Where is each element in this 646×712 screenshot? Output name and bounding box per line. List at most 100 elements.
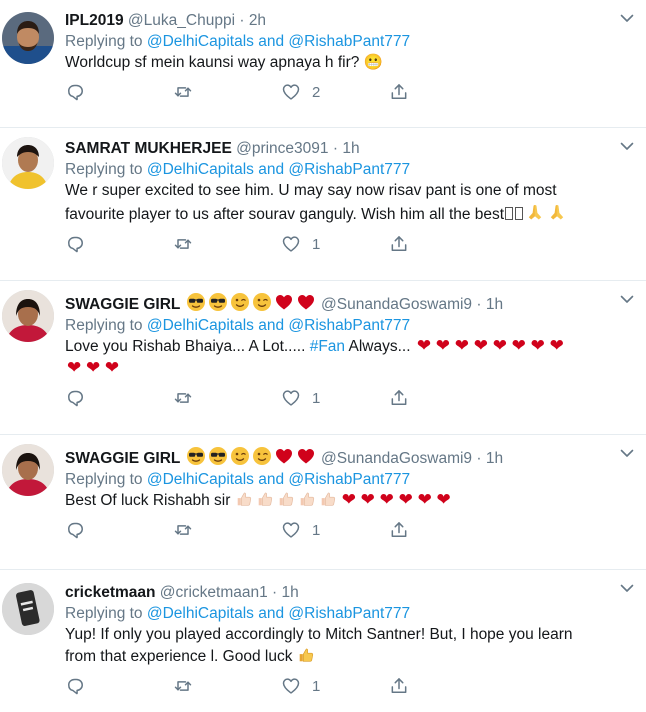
replying-to-label: Replying to bbox=[65, 471, 143, 488]
like-count: 1 bbox=[312, 677, 321, 695]
retweet-icon bbox=[173, 234, 193, 254]
chevron-down-icon[interactable] bbox=[619, 138, 635, 154]
tweet-text-fragment: favourite player to us after sourav gang… bbox=[65, 206, 505, 223]
replying-to-link[interactable]: @DelhiCapitals and @RishabPant777 bbox=[147, 605, 410, 622]
tweet-header: cricketmaan @cricketmaan1 · 1h bbox=[65, 583, 632, 603]
reply-button[interactable] bbox=[65, 388, 85, 408]
replying-to-link[interactable]: @DelhiCapitals and @RishabPant777 bbox=[147, 33, 410, 50]
avatar[interactable] bbox=[2, 444, 54, 496]
share-icon bbox=[389, 388, 409, 408]
share-button[interactable] bbox=[389, 520, 409, 540]
share-button[interactable] bbox=[389, 82, 409, 102]
like-count: 1 bbox=[312, 389, 321, 407]
avatar[interactable] bbox=[2, 290, 54, 342]
reply-button[interactable] bbox=[65, 676, 85, 696]
thumbs-up-icon bbox=[277, 490, 295, 508]
user-name[interactable]: IPL2019 bbox=[65, 12, 124, 29]
like-count: 1 bbox=[312, 521, 321, 539]
thumbs-up-emoji bbox=[235, 492, 340, 509]
like-count: 2 bbox=[312, 83, 321, 101]
retweet-icon bbox=[173, 388, 193, 408]
tweet-header: SAMRAT MUKHERJEE @prince3091 · 1h bbox=[65, 139, 632, 159]
chevron-down-icon[interactable] bbox=[619, 291, 635, 307]
thumbs-up-icon bbox=[297, 646, 315, 664]
retweet-button[interactable] bbox=[173, 520, 193, 540]
tweet[interactable]: SWAGGIE GIRL @SunandaGoswami9 · 1h Reply… bbox=[0, 281, 646, 435]
hashtag-link[interactable]: #Fan bbox=[310, 338, 345, 355]
avatar[interactable] bbox=[2, 583, 54, 635]
tweet-text-fragment: Love you Rishab Bhaiya... A Lot..... bbox=[65, 338, 306, 355]
chevron-down-icon[interactable] bbox=[619, 10, 635, 26]
user-name[interactable]: SAMRAT MUKHERJEE bbox=[65, 140, 232, 157]
share-button[interactable] bbox=[389, 388, 409, 408]
like-button[interactable]: 1 bbox=[281, 234, 320, 254]
tweet-text-line: Yup! If only you played accordingly to M… bbox=[65, 626, 573, 643]
chevron-down-icon[interactable] bbox=[619, 445, 635, 461]
tweet-text: Yup! If only you played accordingly to M… bbox=[65, 624, 632, 668]
share-button[interactable] bbox=[389, 676, 409, 696]
user-handle[interactable]: @cricketmaan1 bbox=[160, 584, 268, 601]
retweet-button[interactable] bbox=[173, 676, 193, 696]
tweet[interactable]: cricketmaan @cricketmaan1 · 1h Replying … bbox=[0, 570, 646, 712]
retweet-icon bbox=[173, 520, 193, 540]
timestamp[interactable]: 2h bbox=[249, 12, 266, 29]
tweet-actions: 1 bbox=[65, 668, 632, 708]
replying-to: Replying to @DelhiCapitals and @RishabPa… bbox=[65, 315, 632, 336]
user-name-emoji bbox=[185, 296, 317, 313]
tweet[interactable]: SAMRAT MUKHERJEE @prince3091 · 1h Replyi… bbox=[0, 128, 646, 281]
like-button[interactable]: 1 bbox=[281, 520, 320, 540]
tweet[interactable]: IPL2019 @Luka_Chuppi · 2h Replying to @D… bbox=[0, 0, 646, 128]
hearts-emoji: ❤ ❤ ❤ bbox=[67, 358, 120, 377]
missing-glyph-icon bbox=[505, 207, 514, 220]
reply-button[interactable] bbox=[65, 234, 85, 254]
like-icon bbox=[281, 388, 301, 408]
retweet-button[interactable] bbox=[173, 82, 193, 102]
retweet-button[interactable] bbox=[173, 234, 193, 254]
replying-to-label: Replying to bbox=[65, 161, 143, 178]
retweet-button[interactable] bbox=[173, 388, 193, 408]
replying-to-label: Replying to bbox=[65, 605, 143, 622]
reply-icon bbox=[65, 676, 85, 696]
user-handle[interactable]: @Luka_Chuppi bbox=[128, 12, 235, 29]
like-icon bbox=[281, 82, 301, 102]
like-icon bbox=[281, 676, 301, 696]
thumbs-up-icon bbox=[298, 490, 316, 508]
user-name[interactable]: cricketmaan bbox=[65, 584, 155, 601]
tweet-header: SWAGGIE GIRL @SunandaGoswami9 · 1h bbox=[65, 446, 632, 469]
replying-to-link[interactable]: @DelhiCapitals and @RishabPant777 bbox=[147, 161, 410, 178]
user-handle[interactable]: @SunandaGoswami9 bbox=[321, 296, 472, 313]
thumbs-up-icon bbox=[256, 490, 274, 508]
separator-dot: · bbox=[239, 12, 245, 29]
timestamp[interactable]: 1h bbox=[282, 584, 299, 601]
user-handle[interactable]: @prince3091 bbox=[236, 140, 328, 157]
replying-to-link[interactable]: @DelhiCapitals and @RishabPant777 bbox=[147, 471, 410, 488]
like-button[interactable]: 2 bbox=[281, 82, 320, 102]
chevron-down-icon[interactable] bbox=[619, 580, 635, 596]
timestamp[interactable]: 1h bbox=[486, 450, 503, 467]
avatar[interactable] bbox=[2, 137, 54, 189]
user-name[interactable]: SWAGGIE GIRL bbox=[65, 450, 180, 467]
user-handle[interactable]: @SunandaGoswami9 bbox=[321, 450, 472, 467]
retweet-icon bbox=[173, 82, 193, 102]
tweet-text-fragment: from that experience l. Good luck bbox=[65, 648, 293, 665]
like-count: 1 bbox=[312, 235, 321, 253]
heart-emoji bbox=[296, 292, 316, 312]
share-button[interactable] bbox=[389, 234, 409, 254]
tweet[interactable]: SWAGGIE GIRL @SunandaGoswami9 · 1h Reply… bbox=[0, 435, 646, 570]
user-name[interactable]: SWAGGIE GIRL bbox=[65, 296, 180, 313]
reply-button[interactable] bbox=[65, 82, 85, 102]
replying-to-link[interactable]: @DelhiCapitals and @RishabPant777 bbox=[147, 317, 410, 334]
share-icon bbox=[389, 234, 409, 254]
tweet-text: Best Of luck Rishabh sir ❤ ❤ ❤ ❤ ❤ ❤ bbox=[65, 490, 632, 512]
like-button[interactable]: 1 bbox=[281, 388, 320, 408]
replying-to: Replying to @DelhiCapitals and @RishabPa… bbox=[65, 469, 632, 490]
timestamp[interactable]: 1h bbox=[342, 140, 359, 157]
timestamp[interactable]: 1h bbox=[486, 296, 503, 313]
tweet-text-fragment: Always... bbox=[348, 338, 411, 355]
avatar[interactable] bbox=[2, 12, 54, 64]
share-icon bbox=[389, 676, 409, 696]
reply-icon bbox=[65, 520, 85, 540]
hearts-emoji: ❤ ❤ ❤ ❤ ❤ ❤ bbox=[341, 490, 451, 509]
reply-button[interactable] bbox=[65, 520, 85, 540]
like-button[interactable]: 1 bbox=[281, 676, 320, 696]
